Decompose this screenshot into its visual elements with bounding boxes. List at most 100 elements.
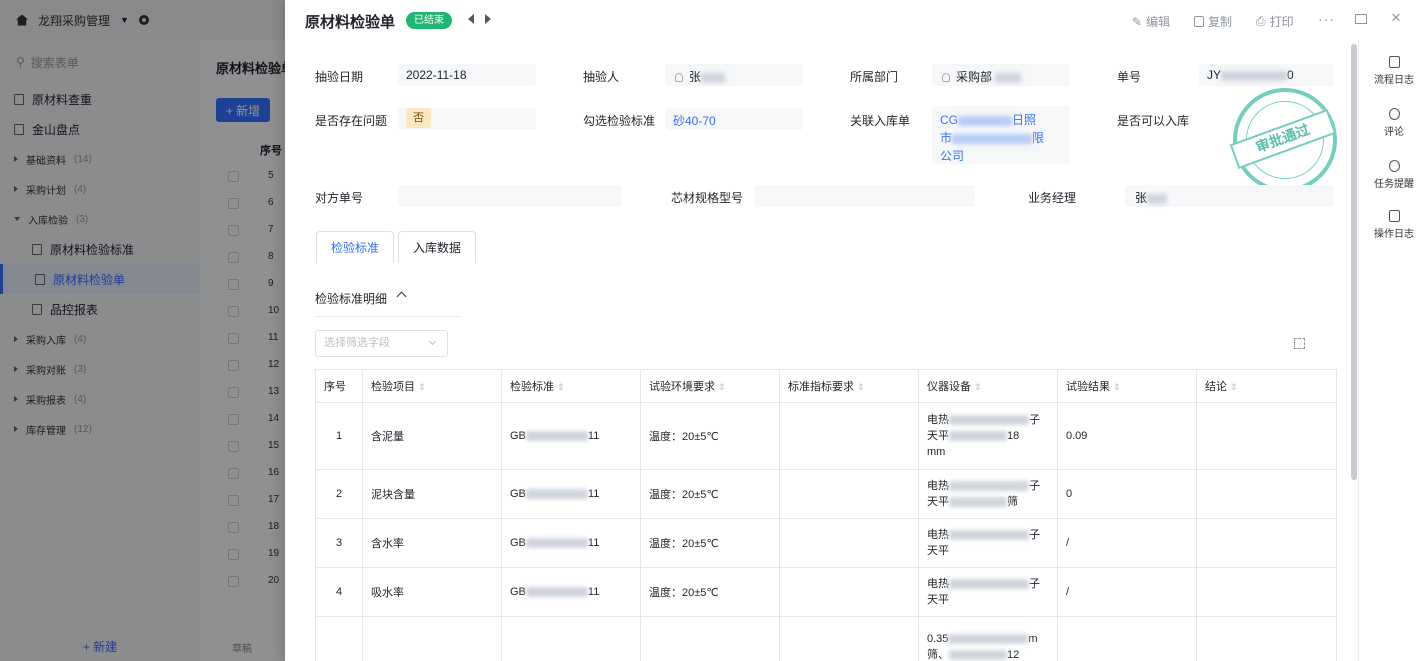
- printer-icon: ⎙: [1256, 14, 1266, 28]
- counterpart-label: 对方单号: [315, 191, 364, 205]
- rail-comment[interactable]: 评论: [1359, 108, 1428, 138]
- column-header-label: 试验环境要求: [649, 381, 715, 393]
- column-header[interactable]: 试验环境要求 ⇕: [640, 369, 780, 403]
- cell-environment: 温度：20±5℃: [640, 402, 780, 470]
- cell-requirement: [779, 518, 919, 568]
- cell-conclusion: [1196, 469, 1337, 519]
- section-title[interactable]: 检验标准明细: [315, 290, 387, 307]
- sort-icon[interactable]: ⇕: [857, 382, 865, 392]
- column-header[interactable]: 仪器设备 ⇕: [918, 369, 1058, 403]
- redacted: [949, 431, 1007, 442]
- sort-icon[interactable]: ⇕: [974, 382, 982, 392]
- rail-comment-label: 评论: [1384, 127, 1404, 138]
- department-name: 采购部: [956, 70, 993, 84]
- redacted: [525, 538, 588, 549]
- tab-stock-data[interactable]: 入库数据: [398, 231, 477, 263]
- standard-prefix: GB: [510, 488, 526, 500]
- sort-icon[interactable]: ⇕: [718, 382, 726, 392]
- cell-instrument: 电热 子天平: [918, 518, 1058, 568]
- column-header[interactable]: 标准指标要求 ⇕: [779, 369, 919, 403]
- right-rail: 流程日志 评论 任务提醒 操作日志: [1358, 40, 1428, 661]
- table-row[interactable]: 1 含泥量 GB 11 温度：20±5℃ 电热 子天平 18 mm 0.09: [315, 402, 1337, 470]
- cell-requirement: [779, 616, 919, 661]
- instrument-part: 天平: [927, 430, 949, 442]
- cell-conclusion: [1196, 402, 1337, 470]
- sort-icon[interactable]: ⇕: [1230, 382, 1238, 392]
- close-icon[interactable]: ×: [1391, 9, 1401, 26]
- rail-operation-log[interactable]: 操作日志: [1359, 210, 1428, 240]
- related-link[interactable]: CG 日照 市限 公司: [940, 111, 1044, 165]
- redacted: [958, 115, 1012, 126]
- instrument-part: 子: [1029, 414, 1040, 426]
- prev-record-icon[interactable]: [468, 14, 474, 24]
- instrument-text: 电热 子天平: [927, 527, 1049, 559]
- cell-item: 含泥量: [362, 402, 502, 470]
- column-header[interactable]: 试验结果 ⇕: [1057, 369, 1197, 403]
- rail-flow-log[interactable]: 流程日志: [1359, 56, 1428, 86]
- redacted: [1221, 70, 1288, 81]
- column-header[interactable]: 序号: [315, 369, 363, 403]
- redacted: [949, 649, 1007, 660]
- standard-link[interactable]: 砂40-70: [673, 112, 716, 129]
- column-header-label: 试验结果: [1066, 381, 1110, 393]
- edit-button[interactable]: ✎ 编辑: [1132, 13, 1170, 30]
- copy-button[interactable]: 复制: [1194, 13, 1232, 30]
- instrument-part: 子: [1029, 529, 1040, 541]
- sort-icon[interactable]: ⇕: [418, 382, 426, 392]
- redacted: [949, 530, 1029, 541]
- operation-log-icon: [1388, 210, 1400, 222]
- cell-environment: 温度：20±5℃: [640, 567, 780, 617]
- chevron-up-icon[interactable]: [396, 291, 407, 302]
- cell-no: [315, 616, 363, 661]
- manager-name: 张: [1135, 191, 1148, 205]
- more-icon[interactable]: ···: [1318, 11, 1335, 27]
- scrollbar[interactable]: [1351, 44, 1357, 480]
- instrument-part: 电热: [927, 578, 949, 590]
- instrument-part: 筛、: [927, 648, 949, 661]
- related-line-2-end: 限: [1032, 131, 1045, 145]
- standard-suffix: 11: [587, 537, 600, 549]
- sort-icon[interactable]: ⇕: [1113, 382, 1121, 392]
- inspector-name: 张: [689, 70, 702, 84]
- print-button[interactable]: ⎙ 打印: [1256, 13, 1294, 30]
- related-line-1: CG 日照: [940, 111, 1044, 129]
- redacted: [525, 587, 588, 598]
- cell-no: 1: [315, 402, 363, 470]
- cell-standard: GB 11: [501, 402, 641, 470]
- fullscreen-icon[interactable]: [1294, 338, 1305, 349]
- sort-icon[interactable]: ⇕: [557, 382, 565, 392]
- cell-conclusion: [1196, 567, 1337, 617]
- redacted: [525, 431, 588, 442]
- redacted: [948, 633, 1029, 644]
- column-header[interactable]: 检验标准 ⇕: [501, 369, 641, 403]
- filter-field-select[interactable]: 选择筛选字段: [315, 330, 448, 357]
- inspector-value: 张: [675, 68, 726, 85]
- cell-item: 泥块含量: [362, 469, 502, 519]
- related-label: 关联入库单: [850, 114, 911, 128]
- table-row[interactable]: 0.35 m 筛、 12: [315, 616, 1337, 661]
- tab-inspection-standard[interactable]: 检验标准: [316, 231, 395, 263]
- column-header[interactable]: 结论 ⇕: [1196, 369, 1337, 403]
- copy-icon: [1194, 16, 1204, 27]
- maximize-icon[interactable]: [1355, 14, 1367, 24]
- inspector-label: 抽验人: [583, 70, 620, 84]
- cell-environment: 温度：20±5℃: [640, 469, 780, 519]
- column-header[interactable]: 检验项目 ⇕: [362, 369, 502, 403]
- table-row[interactable]: 4 吸水率 GB 11 温度：20±5℃ 电热 子天平 /: [315, 567, 1337, 617]
- drawer-title: 原材料检验单: [305, 14, 396, 31]
- cell-result: 0.09: [1057, 402, 1197, 470]
- manager-value: 张: [1135, 189, 1168, 206]
- next-record-icon[interactable]: [485, 14, 491, 24]
- column-header-label: 结论: [1205, 381, 1227, 393]
- standard-suffix: 11: [587, 586, 600, 598]
- instrument-text: 电热 子天平 筛: [927, 478, 1049, 510]
- department-icon: [942, 73, 950, 83]
- table-row[interactable]: 3 含水率 GB 11 温度：20±5℃ 电热 子天平 /: [315, 518, 1337, 568]
- rail-task-reminder[interactable]: 任务提醒: [1359, 160, 1428, 190]
- instrument-part: 电热: [927, 480, 949, 492]
- table-row[interactable]: 2 泥块含量 GB 11 温度：20±5℃ 电热 子天平 筛 0: [315, 469, 1337, 519]
- modal-mask[interactable]: [0, 0, 285, 661]
- flow-log-icon: [1388, 56, 1400, 68]
- instrument-part: 子: [1029, 578, 1040, 590]
- cell-requirement: [779, 567, 919, 617]
